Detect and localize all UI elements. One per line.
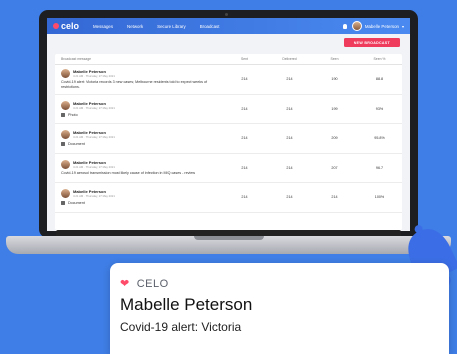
delivered-count: 214 (286, 106, 293, 111)
table-row[interactable]: Mabelle Peterson 4:21 AM · Thursday, 27 … (55, 154, 402, 183)
table-row[interactable]: Mabelle Peterson 4:21 AM · Thursday, 27 … (55, 183, 402, 213)
header-sent[interactable]: Sent (222, 57, 267, 61)
broadcast-table: Broadcast message Sent Delivered Seen Se… (55, 54, 402, 230)
celo-logo[interactable]: celo (53, 21, 79, 31)
message-cell: Mabelle Peterson 4:21 AM · Thursday, 27 … (55, 189, 222, 206)
sent-count: 214 (241, 165, 248, 170)
attachment[interactable]: Photo (61, 112, 222, 117)
sent-time: 4:21 AM · Thursday, 27 May 2021 (73, 164, 115, 169)
attachment-label: Document (68, 142, 85, 147)
seen-percent: 96.7 (375, 165, 384, 170)
attachment[interactable]: Document (61, 142, 222, 147)
message-cell: Mabelle Peterson 4:21 AM · Thursday, 27 … (55, 69, 222, 89)
sent-count: 214 (241, 136, 248, 141)
chevron-down-icon: ▾ (401, 23, 404, 29)
seen-percent: 93% (375, 106, 384, 111)
sender: Mabelle Peterson 4:21 AM · Thursday, 27 … (61, 189, 222, 199)
sender: Mabelle Peterson 4:21 AM · Thursday, 27 … (61, 100, 222, 110)
avatar (61, 130, 70, 140)
delivered-count: 214 (286, 165, 293, 170)
notification-app-name: CELO (136, 277, 169, 290)
app-window: celo Messages Network Secure Library Bro… (47, 18, 410, 231)
seen-count: 214 (331, 195, 338, 200)
notification-body: Covid-19 alert: Victoria (120, 320, 242, 334)
header-delivered[interactable]: Delivered (267, 57, 312, 61)
seen-percent: 100% (374, 195, 385, 200)
avatar (61, 159, 70, 169)
user-avatar (351, 21, 362, 31)
celo-heart-icon: ❤ (120, 278, 130, 290)
sent-count: 214 (241, 77, 248, 82)
avatar (61, 100, 70, 110)
laptop-notch (194, 236, 264, 240)
sent-count: 214 (241, 106, 248, 111)
camera (225, 13, 228, 16)
notification-title: Mabelle Peterson (120, 295, 253, 314)
seen-count: 190 (331, 77, 338, 82)
seen-percent: 88.8 (375, 77, 384, 82)
sent-time: 4:21 AM · Thursday, 27 May 2021 (73, 135, 115, 140)
toolbar: NEW BROADCAST (47, 34, 410, 51)
attachment-label: Photo (68, 112, 78, 117)
sender: Mabelle Peterson 4:21 AM · Thursday, 27 … (61, 69, 222, 79)
delivered-count: 214 (286, 195, 293, 200)
header-seen[interactable]: Seen (312, 57, 357, 61)
logo-mark-icon (53, 23, 59, 29)
brand-name: celo (61, 21, 80, 31)
sent-time: 4:21 AM · Thursday, 27 May 2021 (73, 74, 115, 79)
table-row[interactable]: Mabelle Peterson 4:21 AM · Thursday, 27 … (55, 124, 402, 154)
table-row[interactable]: Mabelle Peterson 4:21 AM · Thursday, 27 … (55, 95, 402, 124)
laptop-screen: celo Messages Network Secure Library Bro… (39, 10, 418, 238)
seen-percent: 95.8% (374, 136, 385, 141)
sender: Mabelle Peterson 4:21 AM · Thursday, 27 … (61, 130, 222, 140)
table-row[interactable]: Mabelle Peterson 4:21 AM · Thursday, 27 … (55, 65, 402, 95)
seen-count: 209 (331, 136, 338, 141)
sender: Mabelle Peterson 4:21 AM · Thursday, 27 … (61, 159, 222, 169)
push-notification[interactable]: ❤ CELO Mabelle Peterson Covid-19 alert: … (110, 263, 449, 354)
top-nav: celo Messages Network Secure Library Bro… (47, 18, 410, 34)
notification-bell-icon[interactable] (342, 23, 347, 29)
message-text: Covid-19 aerosol transmission most likel… (61, 170, 196, 175)
message-cell: Mabelle Peterson 4:21 AM · Thursday, 27 … (55, 100, 222, 117)
new-broadcast-button[interactable]: NEW BROADCAST (343, 38, 400, 47)
header-seen-pct[interactable]: Seen % (357, 57, 402, 61)
photo-icon (61, 112, 65, 117)
nav-secure-library[interactable]: Secure Library (157, 24, 186, 29)
nav-broadcast[interactable]: Broadcast (200, 24, 220, 29)
message-cell: Mabelle Peterson 4:21 AM · Thursday, 27 … (55, 130, 222, 147)
user-menu[interactable]: Mabelle Peterson ▾ (342, 21, 404, 31)
sent-count: 214 (241, 195, 248, 200)
notification-brand: ❤ CELO (120, 277, 169, 291)
delivered-count: 214 (286, 136, 293, 141)
message-text: Covid-19 alert: Victoria records 3 new c… (61, 80, 208, 89)
seen-count: 199 (331, 106, 338, 111)
attachment[interactable]: Document (61, 201, 222, 206)
sent-time: 4:21 AM · Thursday, 27 May 2021 (73, 105, 115, 110)
avatar (61, 189, 70, 199)
avatar (61, 69, 70, 79)
header-message[interactable]: Broadcast message (55, 57, 222, 61)
message-cell: Mabelle Peterson 4:21 AM · Thursday, 27 … (55, 159, 222, 176)
nav-messages[interactable]: Messages (93, 24, 113, 29)
attachment-label: Document (68, 201, 85, 206)
user-name: Mabelle Peterson (364, 23, 399, 29)
sent-time: 4:21 AM · Thursday, 27 May 2021 (73, 194, 115, 199)
delivered-count: 214 (286, 77, 293, 82)
document-icon (61, 201, 65, 206)
table-header: Broadcast message Sent Delivered Seen Se… (55, 54, 402, 65)
seen-count: 207 (331, 165, 338, 170)
nav-network[interactable]: Network (127, 24, 143, 29)
document-icon (61, 142, 65, 147)
